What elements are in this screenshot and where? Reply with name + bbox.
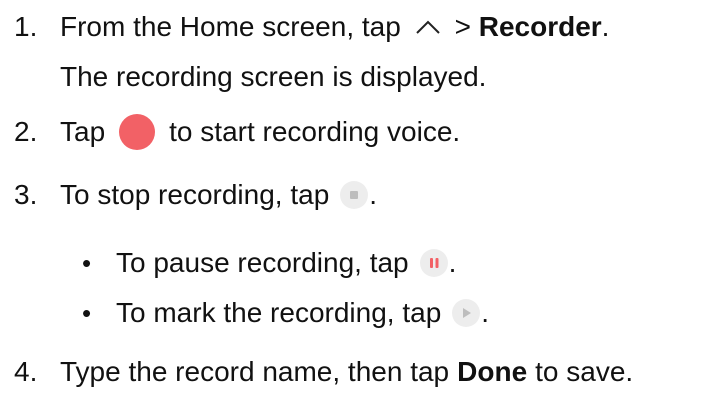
step-text: From the Home screen, tap — [60, 11, 401, 42]
step-1-note: The recording screen is displayed. — [60, 54, 486, 100]
step-separator: > — [446, 11, 479, 42]
step-text-end: . — [601, 11, 610, 42]
chevron-up-icon — [415, 18, 441, 36]
step-number: 2. — [14, 116, 38, 147]
play-icon — [451, 298, 481, 328]
step-note: The recording screen is displayed. — [60, 61, 487, 92]
step-number: 3. — [14, 179, 38, 210]
step-3: 3. To stop recording, tap . — [0, 172, 377, 218]
sub-text: To pause recording, tap — [116, 247, 409, 278]
pause-icon — [419, 248, 449, 278]
step-text: To stop recording, tap — [60, 179, 330, 210]
bullet: • — [82, 297, 92, 328]
step-text: Type the record name, then tap — [60, 356, 450, 387]
step-1: 1. From the Home screen, tap > Recorder … — [0, 4, 609, 50]
sub-text-end: . — [481, 297, 490, 328]
sub-text-end: . — [448, 247, 457, 278]
sub-text: To mark the recording, tap — [116, 297, 442, 328]
step-4: 4. Type the record name, then tap Done t… — [0, 349, 633, 395]
step-emphasis: Done — [457, 356, 528, 387]
step-number: 1. — [14, 11, 38, 42]
step-text: Tap — [60, 116, 106, 147]
record-icon — [117, 112, 157, 152]
step-emphasis: Recorder — [478, 11, 602, 42]
sub-item-mark: • To mark the recording, tap . — [82, 290, 489, 336]
step-text-end: to start recording voice. — [169, 116, 461, 147]
step-2: 2. Tap to start recording voice. — [0, 109, 460, 155]
bullet: • — [82, 247, 92, 278]
sub-item-pause: • To pause recording, tap . — [82, 240, 456, 286]
step-text-end: to save. — [535, 356, 634, 387]
stop-icon — [339, 180, 369, 210]
step-text-end: . — [369, 179, 378, 210]
step-number: 4. — [14, 356, 38, 387]
